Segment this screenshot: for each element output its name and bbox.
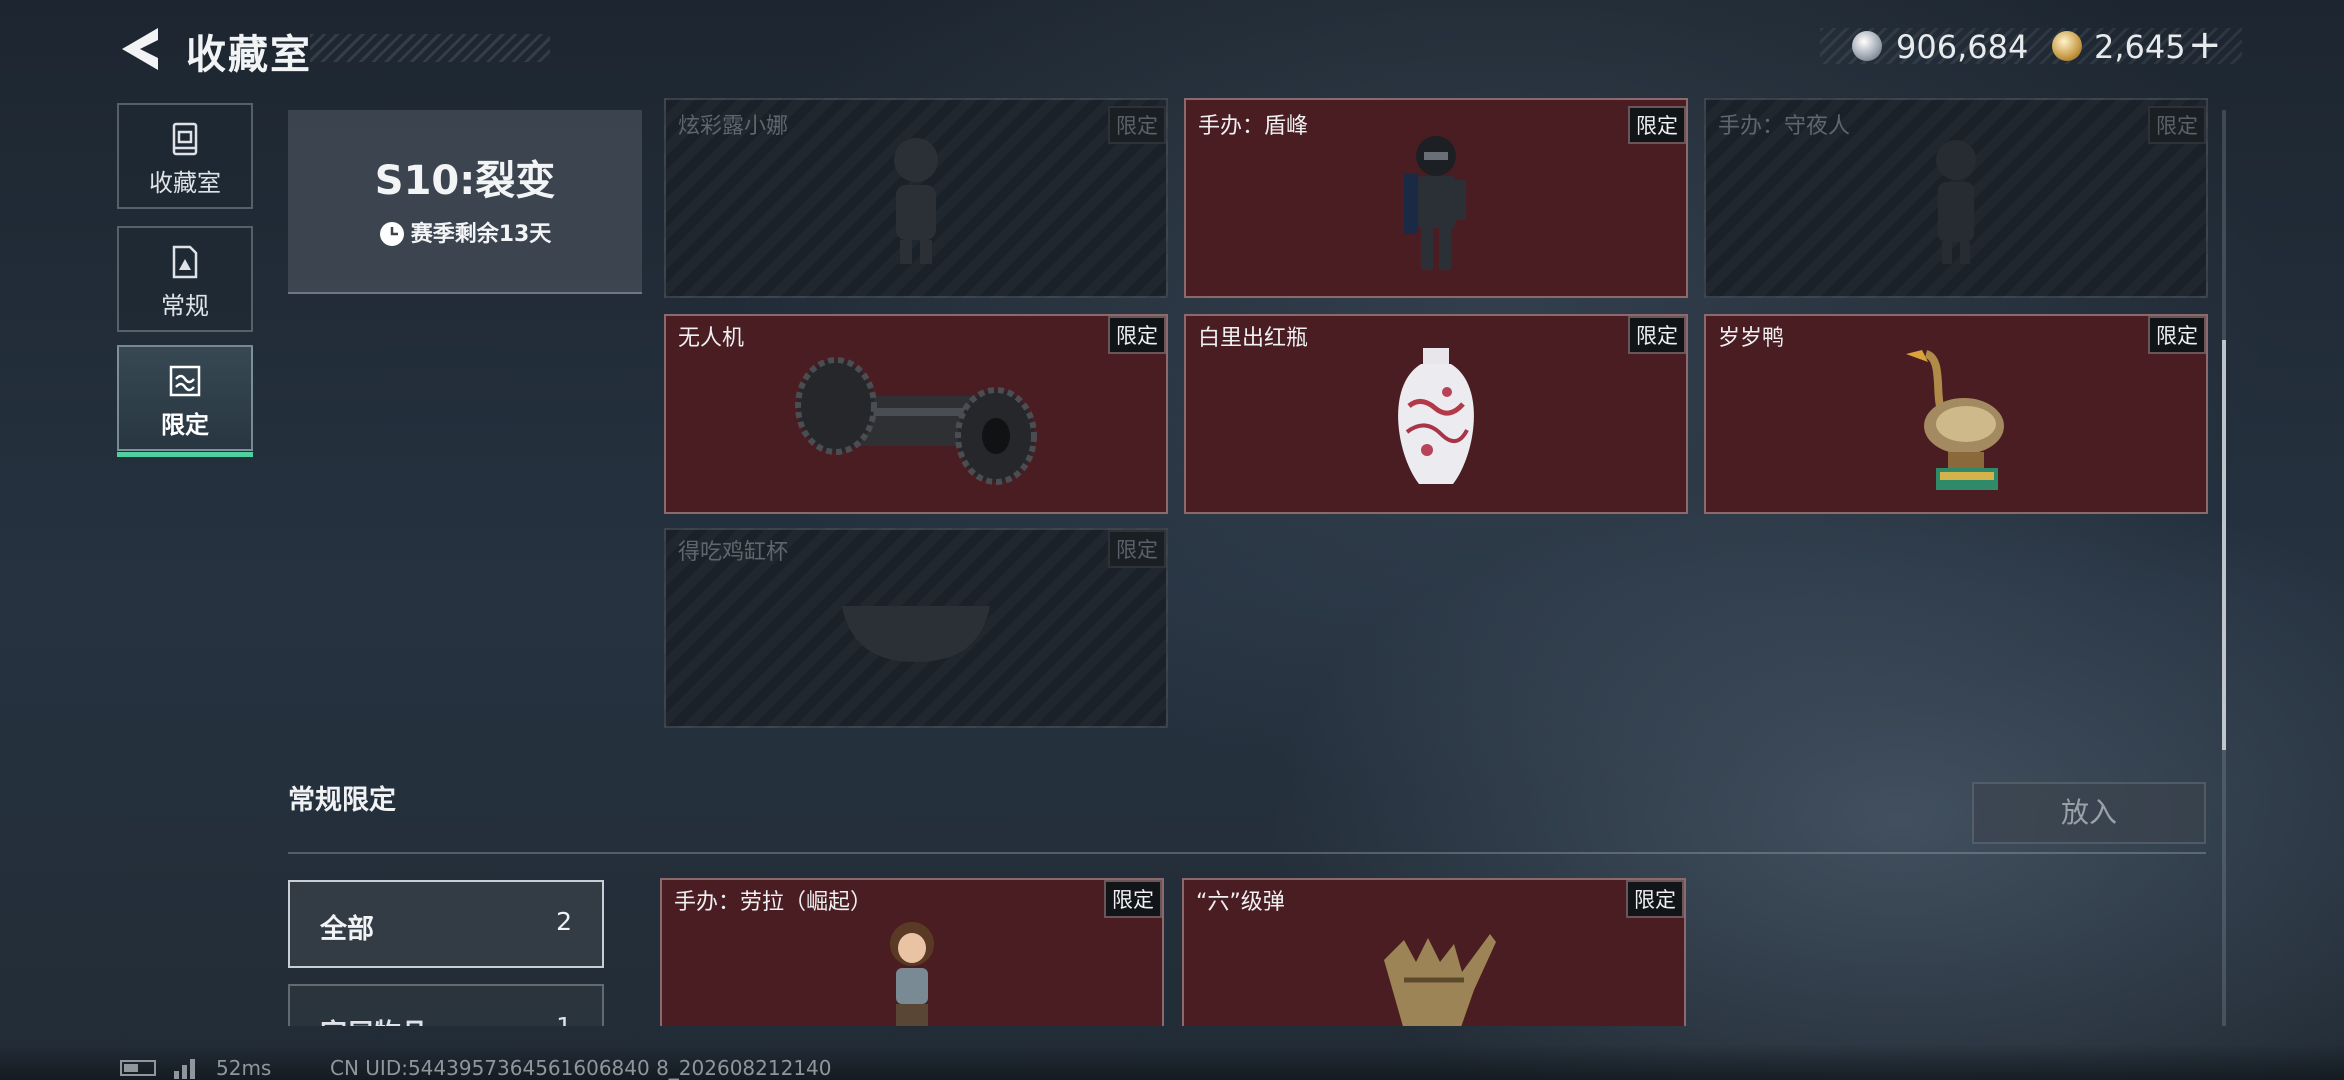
limited-tag: 限定	[1108, 106, 1166, 144]
limited-tag: 限定	[1628, 316, 1686, 354]
back-arrow-icon[interactable]	[118, 24, 162, 74]
card-name: 岁岁鸭	[1718, 326, 1785, 351]
vault-icon	[172, 122, 198, 156]
nav-item-collection[interactable]: 收藏室	[117, 103, 253, 209]
silver-coin-icon	[1852, 31, 1882, 61]
limited-tag: 限定	[2148, 316, 2206, 354]
card-name: 白里出红瓶	[1198, 326, 1309, 351]
card-name: 无人机	[678, 326, 745, 351]
card-name: 炫彩露小娜	[678, 114, 789, 139]
section-title: 常规限定	[288, 785, 396, 816]
collection-card[interactable]: 得吃鸡缸杯 限定	[664, 528, 1168, 728]
filter-count: 2	[556, 907, 572, 936]
limited-tag: 限定	[1626, 880, 1684, 918]
card-name: 得吃鸡缸杯	[678, 540, 789, 565]
duck-icon	[1906, 350, 2004, 490]
filter-all[interactable]: 全部 2	[288, 880, 604, 968]
nav-item-regular[interactable]: 常规	[117, 226, 253, 332]
collection-card[interactable]: 手办：劳拉（崛起） 限定	[660, 878, 1164, 1026]
season-remaining: 赛季剩余13天	[410, 222, 552, 247]
nav-label: 收藏室	[149, 169, 221, 197]
filter-label: 家居物品	[320, 1012, 428, 1026]
card-name: 手办：盾峰	[1198, 114, 1309, 139]
place-button[interactable]: 放入	[1972, 782, 2206, 844]
document-icon	[172, 245, 198, 279]
card-name: 手办：守夜人	[1718, 114, 1851, 139]
title-decoration	[310, 34, 550, 62]
nav-label: 限定	[161, 411, 209, 439]
season-info: S10:裂变 赛季剩余13天	[288, 110, 642, 294]
lara-figure-icon	[890, 922, 934, 1026]
limited-tag: 限定	[1628, 106, 1686, 144]
gold-coin-icon	[2052, 31, 2082, 61]
collection-card[interactable]: 白里出红瓶 限定	[1184, 314, 1688, 514]
page-title: 收藏室	[186, 32, 312, 78]
filter-count: 1	[556, 1012, 572, 1026]
collection-card[interactable]: “六”级弹 限定	[1182, 878, 1686, 1026]
nav-label: 常规	[161, 292, 209, 320]
collection-card[interactable]: 手办：盾峰 限定	[1184, 98, 1688, 298]
silver-amount: 906,684	[1896, 28, 2029, 66]
hand-gesture-icon	[1384, 934, 1496, 1026]
scrollbar-thumb[interactable]	[2222, 340, 2226, 750]
drone-icon	[795, 357, 1037, 485]
card-name: 手办：劳拉（崛起）	[674, 890, 873, 915]
gold-amount: 2,645	[2094, 28, 2186, 66]
uid-text: CN UID:5443957364561606840 8_20260821214…	[330, 1056, 832, 1080]
regular-items-grid: 手办：劳拉（崛起） 限定 “六”级弹 限定	[660, 878, 2220, 1026]
collection-card[interactable]: 岁岁鸭 限定	[1704, 314, 2208, 514]
collection-card[interactable]: 手办：守夜人 限定	[1704, 98, 2208, 298]
nav-item-limited[interactable]: 限定	[117, 345, 253, 457]
cup-icon	[842, 606, 990, 662]
add-currency-button[interactable]: +	[2188, 22, 2222, 68]
limited-tag: 限定	[1108, 316, 1166, 354]
collection-card[interactable]: 炫彩露小娜 限定	[664, 98, 1168, 298]
card-name: “六”级弹	[1196, 890, 1285, 915]
soldier-figure-icon	[1404, 136, 1466, 270]
vase-icon	[1398, 348, 1474, 484]
limited-tag: 限定	[1108, 530, 1166, 568]
collection-card[interactable]: 无人机 限定	[664, 314, 1168, 514]
filter-home-items[interactable]: 家居物品 1	[288, 984, 604, 1026]
figure-icon	[894, 138, 938, 264]
figure-icon	[1936, 140, 1976, 264]
limited-tag: 限定	[2148, 106, 2206, 144]
section-divider	[288, 852, 2206, 854]
clock-icon	[379, 222, 404, 246]
filter-label: 全部	[320, 914, 374, 945]
season-title: S10:裂变	[374, 158, 556, 204]
limited-tag: 限定	[1104, 880, 1162, 918]
signal-icon	[174, 1059, 195, 1079]
battery-icon	[120, 1060, 156, 1076]
limited-icon	[169, 365, 201, 397]
latency-text: 52ms	[216, 1056, 272, 1080]
